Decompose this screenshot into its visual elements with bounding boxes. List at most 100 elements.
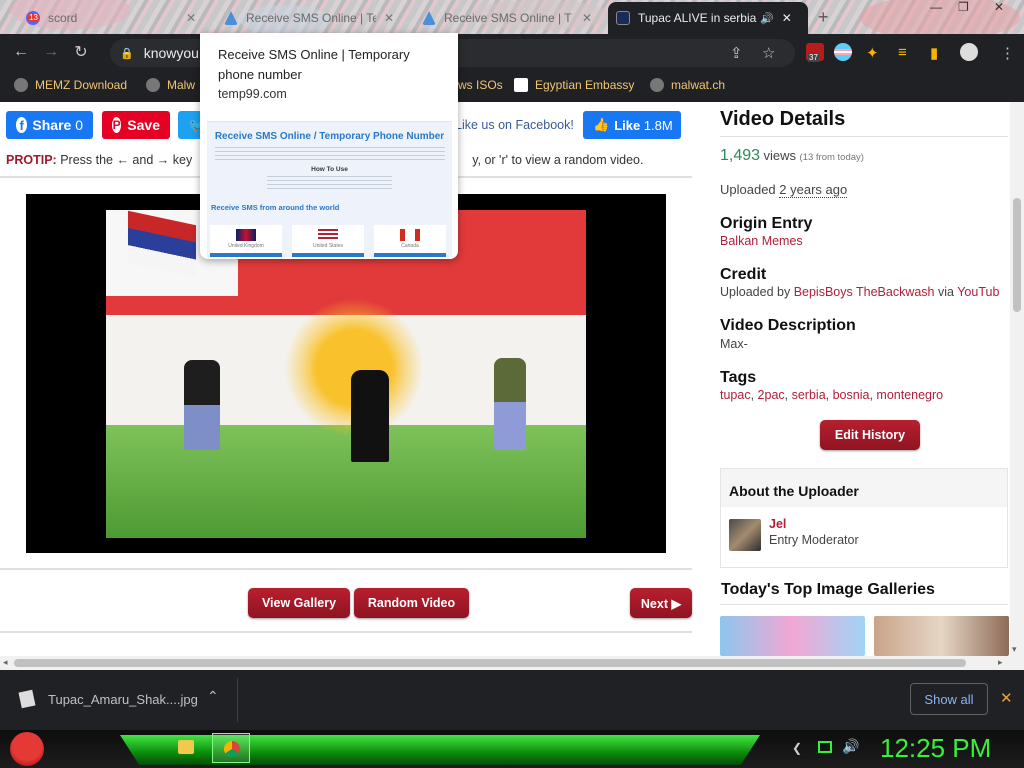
views-line: 1,493 views (13 from today) <box>720 147 864 164</box>
profile-avatar-icon[interactable] <box>960 43 978 61</box>
bookmark-star-icon[interactable]: ☆ <box>762 44 775 62</box>
country-card-uk: United Kingdom <box>210 225 282 257</box>
credit-heading: Credit <box>720 266 767 283</box>
uploaded-line: Uploaded 2 years ago <box>720 182 848 198</box>
close-icon[interactable]: ✕ <box>782 11 792 25</box>
kym-icon <box>616 11 630 25</box>
scroll-thumb[interactable] <box>14 659 966 667</box>
tag-link[interactable]: bosnia <box>833 388 870 402</box>
scroll-left-icon[interactable]: ◂ <box>3 657 8 668</box>
new-tab-button[interactable]: + <box>818 7 829 28</box>
vertical-scrollbar[interactable] <box>1010 102 1024 656</box>
puzzle-icon[interactable]: ✦ <box>866 44 879 62</box>
tab-title: Receive SMS Online | T <box>444 11 572 25</box>
download-item[interactable]: Tupac_Amaru_Shak....jpg <box>48 692 198 707</box>
credit-user-link[interactable]: BepisBoys TheBackwash <box>794 285 935 299</box>
show-all-button[interactable]: Show all <box>910 683 988 715</box>
preview-heading: Receive SMS Online / Temporary Phone Num… <box>214 131 445 142</box>
tab-title: Receive SMS Online | Te <box>246 11 376 25</box>
tab-strip: 13 scord ✕ Receive SMS Online | Te ✕ Rec… <box>0 0 1024 34</box>
close-icon[interactable]: ✕ <box>384 11 394 25</box>
tab-hover-card: Receive SMS Online | Temporary phone num… <box>200 33 458 259</box>
close-window-icon[interactable]: ✕ <box>994 0 1004 20</box>
close-shelf-icon[interactable]: ✕ <box>1000 689 1013 707</box>
bookmark-malwatch[interactable]: malwat.ch <box>650 78 725 92</box>
description-text: Max- <box>720 337 748 351</box>
divider <box>720 604 1008 605</box>
facebook-share-button[interactable]: f Share 0 <box>6 111 93 139</box>
scroll-thumb[interactable] <box>1013 198 1021 312</box>
horizontal-scrollbar[interactable]: ◂ ▸ ▾ <box>0 644 1024 670</box>
chrome-taskbar-button[interactable] <box>212 733 250 763</box>
edit-history-button[interactable]: Edit History <box>820 420 920 450</box>
bookmark-isos[interactable]: ws ISOs <box>458 78 503 92</box>
page-content: f Share 0 P Save 🐦 Like us on Facebook! … <box>0 102 1024 656</box>
volume-icon[interactable]: 🔊 <box>842 738 859 755</box>
tab-discord[interactable]: 13 scord ✕ <box>18 2 208 34</box>
uploader-role: Entry Moderator <box>769 533 859 547</box>
scroll-right-icon[interactable]: ▸ <box>998 657 1003 668</box>
random-video-button[interactable]: Random Video <box>354 588 469 618</box>
tags-list: tupac, 2pac, serbia, bosnia, montenegro <box>720 388 944 402</box>
close-icon[interactable]: ✕ <box>582 11 592 25</box>
description-heading: Video Description <box>720 317 856 334</box>
bookmark-egyptian-embassy[interactable]: Egyptian Embassy <box>514 78 634 92</box>
bookmark-memz[interactable]: MEMZ Download <box>14 78 127 92</box>
tab-title: scord <box>48 11 78 25</box>
tab-receive-sms-1[interactable]: Receive SMS Online | Te ✕ <box>216 2 412 34</box>
avatar[interactable] <box>729 519 761 551</box>
wix-icon <box>514 78 528 92</box>
about-uploader-heading: About the Uploader <box>729 483 859 499</box>
tag-link[interactable]: tupac <box>720 388 751 402</box>
clock[interactable]: 12:25 PM <box>880 733 991 764</box>
pinterest-save-button[interactable]: P Save <box>102 111 170 139</box>
uploader-box: About the Uploader Jel Entry Moderator <box>720 468 1008 568</box>
globe-icon <box>146 78 160 92</box>
galleries-heading: Today's Top Image Galleries <box>721 581 935 598</box>
tag-link[interactable]: montenegro <box>876 388 943 402</box>
uploader-name-link[interactable]: Jel <box>769 517 786 531</box>
scroll-down-icon[interactable]: ▾ <box>1012 644 1017 655</box>
minimize-icon[interactable]: — <box>930 0 942 20</box>
url-text: knowyou <box>143 45 199 61</box>
tab-tupac[interactable]: Tupac ALIVE in serbia 🔊 ✕ <box>608 2 808 34</box>
download-shelf: Tupac_Amaru_Shak....jpg ⌃ Show all ✕ <box>0 670 1024 730</box>
network-icon[interactable] <box>818 741 832 753</box>
extension-icon[interactable]: 37 <box>806 43 824 62</box>
tray-arrow-icon[interactable]: ❮ <box>792 741 802 755</box>
menu-icon[interactable]: ⋮ <box>1000 44 1015 62</box>
speaker-icon[interactable]: 🔊 <box>760 12 774 25</box>
playlist-icon[interactable]: ≡ <box>898 44 907 61</box>
globe-icon <box>650 78 664 92</box>
gallery-thumbnail[interactable] <box>874 616 1009 656</box>
view-gallery-button[interactable]: View Gallery <box>248 588 350 618</box>
restore-icon[interactable]: ❐ <box>958 0 969 20</box>
pinterest-icon: P <box>112 117 122 133</box>
hover-card-title: Receive SMS Online | Temporary phone num… <box>218 47 410 82</box>
reload-icon[interactable]: ↻ <box>66 37 96 67</box>
tag-link[interactable]: 2pac <box>758 388 785 402</box>
fb-like-button[interactable]: 👍 Like 1.8M <box>583 111 681 139</box>
close-icon[interactable]: ✕ <box>186 11 196 25</box>
flag-extension-icon[interactable] <box>834 43 852 61</box>
tab-receive-sms-2[interactable]: Receive SMS Online | T ✕ <box>414 2 610 34</box>
tag-link[interactable]: serbia <box>792 388 826 402</box>
start-button-angry-bird-icon[interactable] <box>10 732 44 766</box>
file-explorer-icon[interactable] <box>178 740 194 754</box>
divider <box>0 631 692 633</box>
sidepanel-icon[interactable]: ▮ <box>930 44 938 62</box>
credit-source-link[interactable]: YouTub <box>957 285 999 299</box>
forward-icon[interactable]: → <box>36 37 66 67</box>
tags-heading: Tags <box>720 369 757 386</box>
taskbar: ❮ 🔊 12:25 PM <box>0 730 1024 768</box>
origin-link[interactable]: Balkan Memes <box>720 234 803 248</box>
next-button[interactable]: Next ▶ <box>630 588 692 618</box>
bookmark-malw[interactable]: Malw <box>146 78 195 92</box>
chevron-up-icon[interactable]: ⌃ <box>207 688 219 705</box>
share-icon[interactable]: ⇪ <box>730 44 743 62</box>
gallery-thumbnail[interactable] <box>720 616 865 656</box>
twitter-share-button[interactable]: 🐦 <box>178 111 205 139</box>
back-icon[interactable]: ← <box>6 37 36 67</box>
origin-heading: Origin Entry <box>720 215 813 232</box>
sidebar: Video Details 1,493 views (13 from today… <box>720 102 1010 656</box>
